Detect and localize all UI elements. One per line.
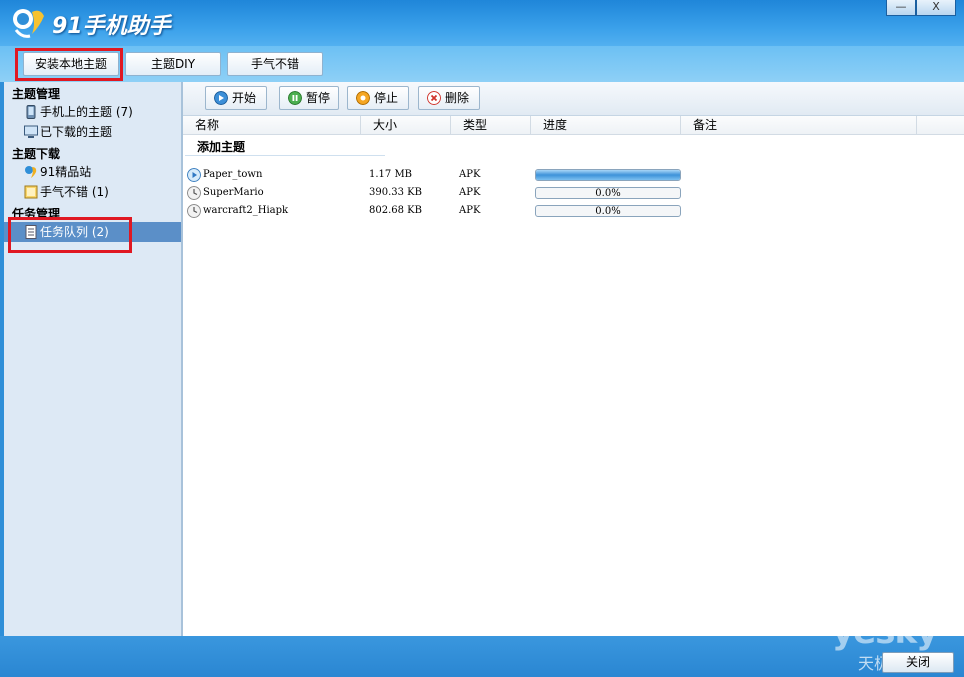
column-header-size[interactable]: 大小: [361, 116, 451, 135]
table-row[interactable]: Paper_town 1.17 MB APK: [183, 166, 964, 184]
column-header-progress[interactable]: 进度: [531, 116, 681, 135]
sidebar-item-label: 91精品站: [40, 165, 92, 179]
stop-label: 停止: [374, 91, 399, 105]
group-divider: [185, 155, 385, 156]
toolbar: 开始 暂停 停止 删除: [183, 82, 964, 116]
sidebar-item-label: 手机上的主题 (7): [40, 105, 133, 119]
row-name: warcraft2_Hiapk: [203, 205, 289, 216]
sidebar-item-label: 手气不错 (1): [40, 185, 109, 199]
start-label: 开始: [232, 91, 257, 105]
sidebar: 主题管理 手机上的主题 (7) 已下载的主题 主题下载 91精品站 手气不错 (…: [4, 82, 182, 636]
row-size: 1.17 MB: [369, 169, 413, 180]
column-header-type[interactable]: 类型: [451, 116, 531, 135]
sidebar-item-task-queue[interactable]: 任务队列 (2): [4, 222, 181, 242]
row-type: APK: [459, 205, 481, 216]
sidebar-item-phone-themes[interactable]: 手机上的主题 (7): [4, 102, 181, 122]
section-task-management: 任务管理: [12, 207, 61, 221]
table-header: 名称 大小 类型 进度 备注: [183, 116, 964, 135]
section-theme-download: 主题下载: [12, 147, 61, 161]
app-title: 91手机助手: [52, 14, 171, 39]
app-logo-icon: [13, 9, 44, 38]
progress-text: 0.0%: [595, 188, 621, 199]
column-header-notes[interactable]: 备注: [681, 116, 917, 135]
row-name: SuperMario: [203, 187, 264, 198]
window-controls: — X: [886, 0, 956, 16]
row-name: Paper_town: [203, 169, 263, 180]
row-type: APK: [459, 169, 481, 180]
group-title: 添加主题: [197, 140, 246, 154]
main-pane: 开始 暂停 停止 删除 名称 大小 类型 进度 备注 添加主题 Paper_to…: [182, 82, 964, 636]
pause-button[interactable]: 暂停: [279, 86, 339, 110]
monitor-icon: [24, 125, 38, 138]
top-tab-row: 安装本地主题 主题DIY 手气不错: [0, 46, 964, 82]
play-icon: [214, 91, 228, 105]
sidebar-item-91-boutique[interactable]: 91精品站: [4, 162, 181, 182]
progress-bar: 0.0%: [535, 187, 681, 199]
91-logo-icon: [25, 166, 37, 178]
column-header-name[interactable]: 名称: [183, 116, 361, 135]
window-close-button[interactable]: X: [916, 0, 956, 16]
row-size: 802.68 KB: [369, 205, 422, 216]
pause-icon: [288, 91, 302, 105]
sidebar-item-lucky[interactable]: 手气不错 (1): [4, 182, 181, 202]
bottom-bar: [0, 636, 964, 677]
stop-icon: [356, 91, 370, 105]
title-bar: 91手机助手 — X: [0, 0, 964, 46]
minimize-button[interactable]: —: [886, 0, 916, 16]
progress-text: 0.0%: [595, 206, 621, 217]
sidebar-item-label: 任务队列 (2): [40, 225, 109, 239]
row-type: APK: [459, 187, 481, 198]
phone-icon: [26, 105, 36, 119]
folder-icon: [24, 185, 38, 199]
delete-icon: [427, 91, 441, 105]
sidebar-item-downloaded-themes[interactable]: 已下载的主题: [4, 122, 181, 142]
row-size: 390.33 KB: [369, 187, 422, 198]
tab-theme-diy[interactable]: 主题DIY: [125, 52, 221, 76]
tab-install-local-theme[interactable]: 安装本地主题: [23, 52, 119, 76]
table-row[interactable]: SuperMario 390.33 KB APK 0.0%: [183, 184, 964, 202]
clock-icon: [187, 186, 201, 200]
delete-label: 删除: [445, 91, 470, 105]
progress-fill: [536, 170, 680, 180]
document-icon: [25, 225, 37, 239]
table-row[interactable]: warcraft2_Hiapk 802.68 KB APK 0.0%: [183, 202, 964, 220]
clock-icon: [187, 204, 201, 218]
progress-bar: 0.0%: [535, 205, 681, 217]
stop-button[interactable]: 停止: [347, 86, 409, 110]
close-button[interactable]: 关闭: [882, 652, 954, 673]
pause-label: 暂停: [306, 91, 331, 105]
start-button[interactable]: 开始: [205, 86, 267, 110]
tab-lucky[interactable]: 手气不错: [227, 52, 323, 76]
delete-button[interactable]: 删除: [418, 86, 480, 110]
progress-bar: [535, 169, 681, 181]
play-icon: [187, 168, 201, 182]
section-theme-management: 主题管理: [12, 87, 61, 101]
sidebar-item-label: 已下载的主题: [40, 125, 113, 139]
